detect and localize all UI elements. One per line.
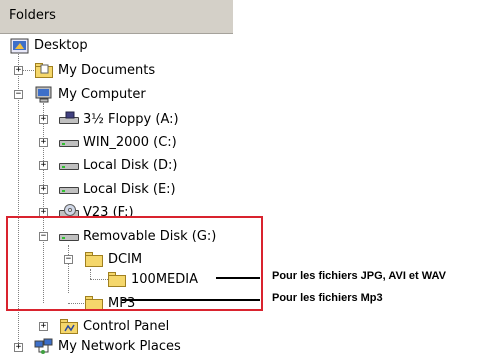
computer-icon — [34, 86, 54, 104]
annotation-line-mp3 — [122, 299, 260, 301]
annotation-jpg-avi-wav: Pour les fichiers JPG, AVI et WAV — [272, 270, 447, 282]
expand-network-icon[interactable]: + — [14, 343, 23, 352]
expand-control-panel-icon[interactable]: + — [39, 322, 48, 331]
desktop-icon — [10, 37, 30, 55]
hard-drive-icon — [59, 157, 79, 175]
tree-item-my-documents[interactable]: My Documents — [34, 60, 155, 82]
expand-floppy-icon[interactable]: + — [39, 115, 48, 124]
hard-drive-icon — [59, 134, 79, 152]
tree-item-control-panel[interactable]: Control Panel — [59, 316, 169, 338]
tree-item-floppy[interactable]: 3½ Floppy (A:) — [59, 109, 179, 131]
control-panel-icon — [59, 318, 79, 336]
removable-disk-highlight-box — [6, 216, 263, 311]
tree-item-my-network-places[interactable]: My Network Places — [34, 336, 181, 358]
expand-local-d-icon[interactable]: + — [39, 161, 48, 170]
tree-item-local-e[interactable]: Local Disk (E:) — [59, 179, 176, 201]
tree-item-local-d[interactable]: Local Disk (D:) — [59, 155, 177, 177]
expand-my-documents-icon[interactable]: + — [14, 66, 23, 75]
expand-local-e-icon[interactable]: + — [39, 185, 48, 194]
tree-item-my-computer[interactable]: My Computer — [34, 84, 146, 106]
floppy-drive-icon — [59, 111, 79, 129]
hard-drive-icon — [59, 181, 79, 199]
tree-item-desktop[interactable]: Desktop — [10, 35, 88, 57]
folders-title: Folders — [9, 8, 56, 23]
collapse-my-computer-icon[interactable]: − — [14, 90, 23, 99]
annotation-line-jpg — [216, 277, 260, 279]
network-icon — [34, 338, 54, 356]
tree-item-win2000[interactable]: WIN_2000 (C:) — [59, 132, 177, 154]
folders-pane-header: Folders — [0, 0, 233, 34]
my-documents-icon — [34, 62, 54, 80]
expand-win2000-icon[interactable]: + — [39, 138, 48, 147]
annotation-mp3: Pour les fichiers Mp3 — [272, 292, 383, 304]
